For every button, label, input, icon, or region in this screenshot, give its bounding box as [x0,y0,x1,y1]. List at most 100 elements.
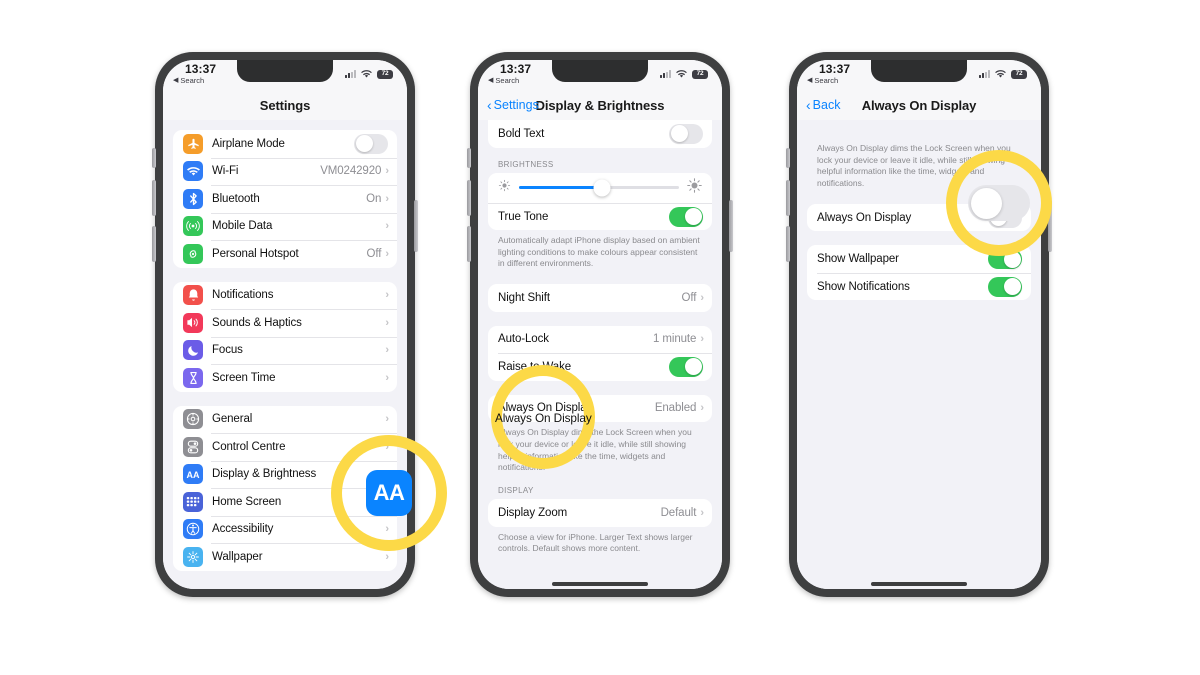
display-zoom-footnote: Choose a view for iPhone. Larger Text sh… [498,531,693,554]
show-notifications-toggle[interactable] [988,276,1022,297]
row-label: Screen Time [212,371,276,384]
wifi-icon [361,70,372,78]
volume-up-button[interactable] [467,180,471,216]
bold-text-toggle[interactable] [669,123,703,144]
raise-to-wake-toggle[interactable] [669,356,703,377]
row-sounds-haptics[interactable]: Sounds & Haptics › [173,309,397,337]
chevron-right-icon: › [385,523,389,536]
row-label: Wallpaper [212,550,263,563]
power-button[interactable] [1048,200,1052,252]
row-mobile-data[interactable]: Mobile Data › [173,212,397,241]
row-label: Wi-Fi [212,165,239,178]
volume-up-button[interactable] [786,180,790,216]
row-bold-text[interactable]: Bold Text [488,120,712,148]
status-back-to-search[interactable]: ◀ Search [173,77,216,85]
volume-up-button[interactable] [152,180,156,216]
wifi-icon [183,161,203,182]
brightness-track[interactable] [519,179,679,196]
back-button[interactable]: ‹ Settings [487,98,539,112]
chevron-right-icon: › [385,344,389,357]
display-brightness-highlight-icon: AA [366,470,412,516]
row-display-brightness[interactable]: AADisplay & Brightness› [173,460,397,489]
row-label: Airplane Mode [212,137,285,150]
row-value: VM0242920 [320,165,382,178]
phone-display-brightness-root: 13:37 ◀ Search 72 ‹ Settings Display & B… [467,50,733,599]
volume-down-button[interactable] [467,226,471,262]
row-airplane-mode[interactable]: Airplane Mode [173,130,397,158]
home-indicator[interactable] [871,582,967,586]
show-wallpaper-toggle[interactable] [988,249,1022,270]
mute-switch[interactable] [467,148,471,168]
chevron-right-icon: › [385,316,389,329]
phone1-settings-list[interactable]: Airplane Mode Wi-Fi VM0242920 › Bluetooth On ›… [163,120,407,589]
row-control-centre[interactable]: Control Centre › [173,433,397,461]
row-personal-hotspot[interactable]: Personal Hotspot Off › [173,240,397,268]
hourglass-icon [183,367,203,388]
row-general[interactable]: General › [173,406,397,434]
speaker-icon [183,312,203,333]
row-brightness-slider[interactable] [488,173,712,203]
row-toggle[interactable] [354,133,388,154]
row-raise-to-wake[interactable]: Raise to Wake [488,353,712,381]
row-auto-lock[interactable]: Auto-Lock 1 minute › [488,326,712,354]
power-button[interactable] [729,200,733,252]
phone2-settings-list[interactable]: Bold Text BRIGHTNESS True Tone Automatic… [478,120,722,589]
notch [237,60,333,82]
power-button[interactable] [414,200,418,252]
row-label: Accessibility [212,523,274,536]
row-wi-fi[interactable]: Wi-Fi VM0242920 › [173,157,397,186]
accessibility-icon [183,519,203,540]
row-wallpaper[interactable]: Wallpaper › [173,543,397,571]
row-label: Bold Text [498,127,545,140]
true-tone-toggle[interactable] [669,206,703,227]
row-label: Auto-Lock [498,333,549,346]
row-label: Notifications [212,289,274,302]
mute-switch[interactable] [152,148,156,168]
mute-switch[interactable] [786,148,790,168]
phone3-screen: 13:37 ◀ Search 72 ‹ Back Always On Displ… [797,60,1041,589]
bell-icon [183,285,203,306]
row-notifications[interactable]: Notifications › [173,282,397,310]
brightness-knob[interactable] [593,179,611,196]
bluetooth-icon [183,188,203,209]
status-back-to-search[interactable]: ◀ Search [488,77,531,85]
airplane-icon [183,133,203,154]
notch [552,60,648,82]
screenshot-stage: 13:37 ◀ Search 72 Settings Airplane Mode… [0,0,1200,675]
svg-text:AA: AA [187,470,200,480]
cellular-signal-icon [660,70,671,79]
phone2-nav-bar: ‹ Settings Display & Brightness [478,90,722,120]
row-night-shift[interactable]: Night Shift Off › [488,284,712,312]
always-on-display-highlight-toggle[interactable] [968,185,1030,221]
row-true-tone[interactable]: True Tone [488,202,712,231]
row-label: Show Wallpaper [817,253,899,266]
chevron-right-icon: › [385,165,389,178]
battery-indicator: 72 [692,70,708,79]
notch [871,60,967,82]
volume-down-button[interactable] [152,226,156,262]
row-bluetooth[interactable]: Bluetooth On › [173,185,397,213]
row-home-screen[interactable]: Home Screen› [173,488,397,516]
mobile-data-icon [183,216,203,237]
page-title: Settings [259,97,311,113]
always-on-options-group: Show Wallpaper Show Notifications [807,245,1031,301]
volume-down-button[interactable] [786,226,790,262]
row-display-zoom[interactable]: Display Zoom Default › [488,499,712,527]
home-indicator[interactable] [552,582,648,586]
status-back-to-search[interactable]: ◀ Search [807,77,850,85]
row-label: General [212,413,253,426]
cellular-signal-icon [979,70,990,79]
auto-lock-group: Auto-Lock 1 minute › Raise to Wake [488,325,712,381]
row-focus[interactable]: Focus › [173,336,397,365]
row-show-wallpaper[interactable]: Show Wallpaper [807,245,1031,273]
row-show-notifications[interactable]: Show Notifications [807,272,1031,301]
row-label: Always On Display [817,211,912,224]
battery-indicator: 72 [1011,70,1027,79]
display-brightness-icon: AA [183,464,203,485]
status-back-label: Search [814,76,839,85]
row-value: 1 minute [653,333,697,346]
chevron-right-icon: › [385,289,389,302]
row-accessibility[interactable]: Accessibility › [173,515,397,544]
back-button[interactable]: ‹ Back [806,98,840,112]
row-screen-time[interactable]: Screen Time › [173,364,397,392]
